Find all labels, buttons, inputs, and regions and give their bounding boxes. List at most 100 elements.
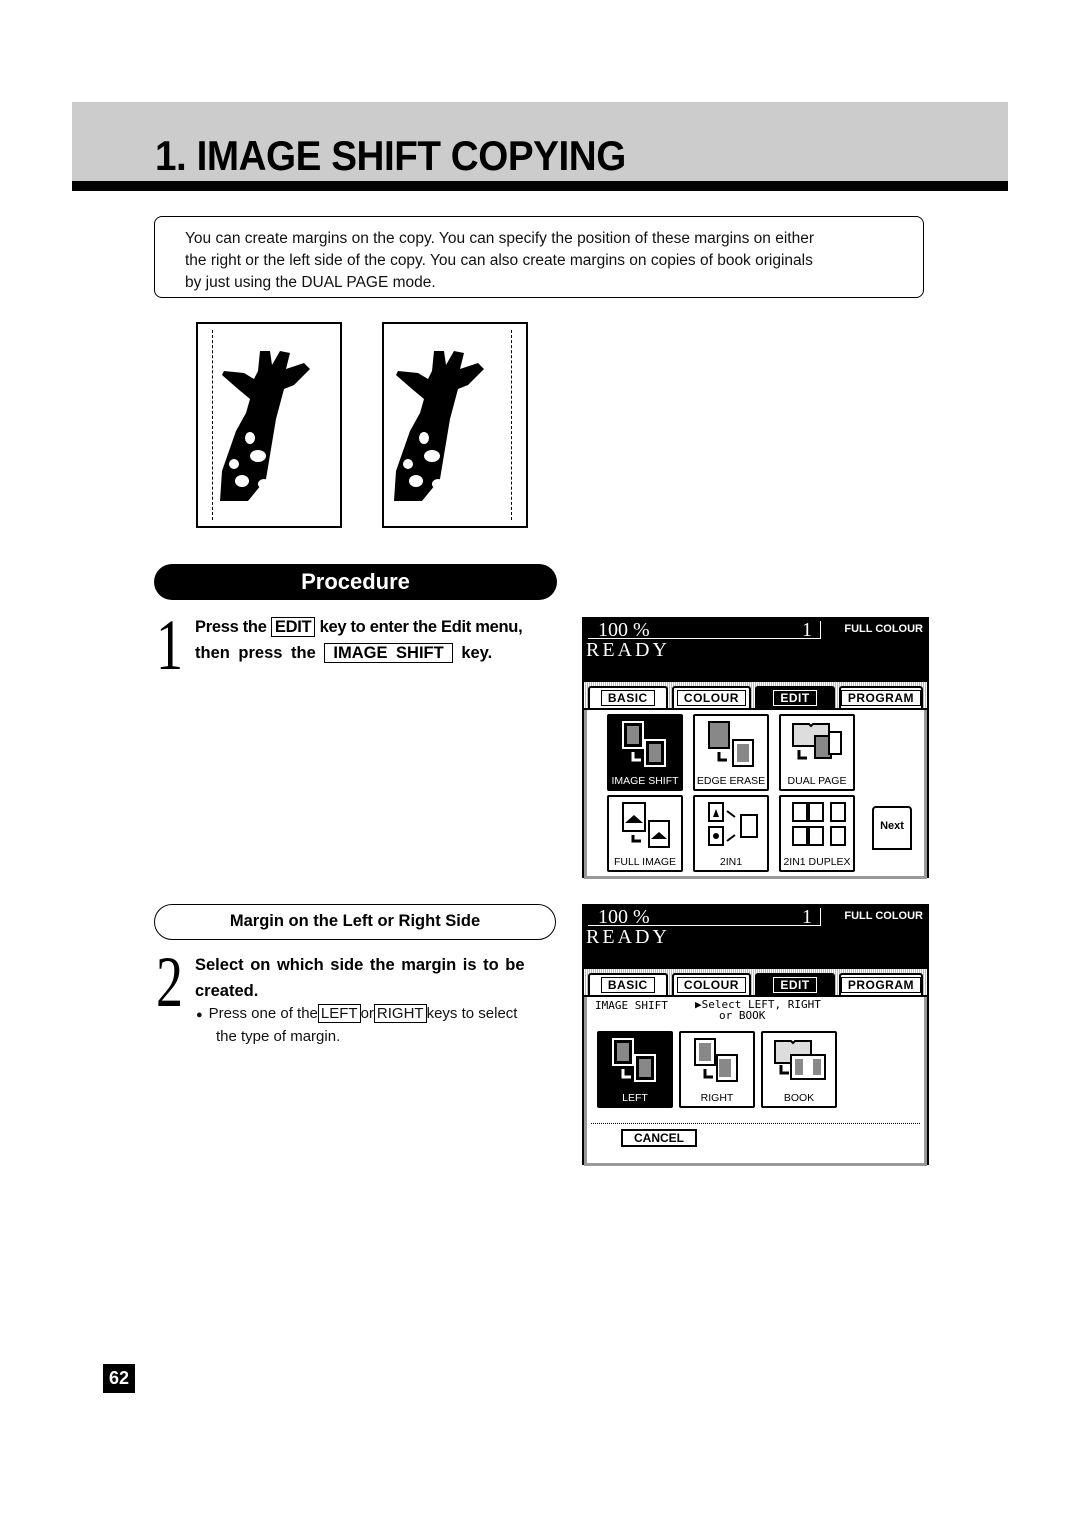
intro-box: You can create margins on the copy. You … (154, 216, 924, 298)
bullet-text: Press one of the (208, 1005, 318, 1022)
function-label: 2IN1 (719, 856, 743, 868)
right-margin-example (382, 322, 528, 528)
copies-count: 1 (802, 619, 812, 641)
zoom-value: 100 % (598, 906, 650, 928)
status-area: 100 % 1 FULL COLOUR READY (584, 906, 927, 969)
image-shift-button[interactable]: IMAGE SHIFT (607, 714, 683, 791)
dual-page-button[interactable]: DUAL PAGE (779, 714, 855, 791)
tab-label: BASIC (600, 690, 655, 706)
page-number: 62 (103, 1364, 135, 1393)
function-label: IMAGE SHIFT (611, 775, 679, 787)
book-margin-icon (774, 1040, 826, 1080)
bullet-text: or (360, 1005, 374, 1022)
function-panel: IMAGE SHIFT EDGE ERASE DUAL PAGE FULL IM… (584, 710, 927, 879)
function-label: 2IN1 DUPLEX (783, 856, 851, 868)
margin-guide-line (511, 330, 512, 520)
status-text: READY (586, 926, 670, 948)
tab-program[interactable]: PROGRAM (838, 686, 923, 708)
copier-screen-image-shift: 100 % 1 FULL COLOUR READY BASIC COLOUR E… (582, 904, 929, 1166)
left-margin-example (196, 322, 342, 528)
right-button[interactable]: RIGHT (679, 1031, 755, 1108)
left-margin-icon (612, 1038, 656, 1082)
function-label: DUAL PAGE (787, 775, 847, 787)
tab-label: COLOUR (676, 690, 746, 706)
edge-erase-icon (708, 721, 754, 767)
step2-line: created. (195, 982, 259, 1000)
2in1-duplex-icon (792, 802, 846, 846)
2in1-button[interactable]: 2IN1 (693, 795, 769, 872)
tab-label: BASIC (600, 977, 655, 993)
bullet-text: keys to select (426, 1005, 518, 1022)
edge-erase-button[interactable]: EDGE ERASE (693, 714, 769, 791)
divider (591, 1123, 920, 1124)
zoom-readout: 100 % 1 (588, 619, 821, 641)
tab-program[interactable]: PROGRAM (838, 973, 923, 995)
tab-label: EDIT (773, 690, 817, 706)
title-rule (72, 181, 1008, 191)
prompt-line: or BOOK (719, 1009, 766, 1022)
tab-label: PROGRAM (840, 690, 921, 706)
intro-line: You can create margins on the copy. You … (185, 230, 815, 247)
left-button[interactable]: LEFT (597, 1031, 673, 1108)
bullet-text: the type of margin. (216, 1028, 341, 1045)
tab-bar: BASIC COLOUR EDIT PROGRAM (584, 682, 927, 710)
step-number: 1 (156, 605, 183, 685)
tab-edit[interactable]: EDIT (755, 686, 835, 708)
image-shift-icon (622, 721, 666, 767)
procedure-heading: Procedure (154, 564, 557, 600)
tab-label: COLOUR (676, 977, 746, 993)
status-text: READY (586, 639, 670, 661)
step1-text: Press the (195, 618, 267, 636)
dual-page-icon (792, 723, 842, 760)
tab-colour[interactable]: COLOUR (671, 973, 752, 995)
zoom-readout: 100 % 1 (588, 906, 821, 928)
step-number: 2 (156, 942, 183, 1022)
tab-colour[interactable]: COLOUR (671, 686, 752, 708)
copies-count: 1 (802, 906, 812, 928)
bullet-icon: ● (196, 1009, 203, 1021)
page-title: 1. IMAGE SHIFT COPYING (155, 132, 626, 179)
2in1-icon (708, 802, 758, 846)
option-label: BOOK (783, 1092, 815, 1104)
tab-edit[interactable]: EDIT (755, 973, 835, 995)
step1-text: key to enter the Edit menu, (319, 618, 523, 636)
intro-line: the right or the left side of the copy. … (185, 252, 813, 269)
full-image-button[interactable]: FULL IMAGE (607, 795, 683, 872)
option-label: LEFT (622, 1092, 648, 1104)
image-shift-panel: IMAGE SHIFT ▶Select LEFT, RIGHT or BOOK … (584, 997, 927, 1166)
step2-bullet: ● Press one of the LEFT or RIGHT keys to sele… (196, 1003, 561, 1048)
step1-text: key. (461, 644, 493, 662)
step2-instruction: Select on which side the margin is to be… (195, 952, 560, 1004)
cancel-button[interactable]: CANCEL (621, 1129, 697, 1147)
step1-instruction: Press the EDIT key to enter the Edit men… (195, 614, 560, 666)
color-mode: FULL COLOUR (844, 623, 923, 635)
giraffe-illustration (220, 351, 310, 501)
subsection-heading: Margin on the Left or Right Side (154, 904, 556, 940)
tab-bar: BASIC COLOUR EDIT PROGRAM (584, 969, 927, 997)
prompt: ▶Select LEFT, RIGHT or BOOK (695, 999, 821, 1021)
tab-label: PROGRAM (840, 977, 921, 993)
right-margin-icon (694, 1038, 738, 1082)
book-button[interactable]: BOOK (761, 1031, 837, 1108)
color-mode: FULL COLOUR (844, 910, 923, 922)
status-area: 100 % 1 FULL COLOUR READY (584, 619, 927, 682)
tab-label: EDIT (773, 977, 817, 993)
function-label: EDGE ERASE (696, 775, 766, 787)
left-key-label: LEFT (317, 1004, 361, 1023)
2in1-duplex-button[interactable]: 2IN1 DUPLEX (779, 795, 855, 872)
full-image-icon (622, 802, 670, 848)
intro-line: by just using the DUAL PAGE mode. (185, 274, 436, 291)
step2-line: Select on which side the margin is to be (195, 956, 525, 974)
option-label: RIGHT (700, 1092, 734, 1104)
tab-basic[interactable]: BASIC (588, 973, 668, 995)
next-button[interactable]: Next (872, 806, 912, 850)
step1-text: then press the (195, 644, 316, 662)
zoom-value: 100 % (598, 619, 650, 641)
copier-screen-edit-menu: 100 % 1 FULL COLOUR READY BASIC COLOUR E… (582, 617, 929, 879)
tab-basic[interactable]: BASIC (588, 686, 668, 708)
function-label: FULL IMAGE (613, 856, 677, 868)
edit-key-label: EDIT (270, 617, 316, 637)
giraffe-illustration (394, 351, 484, 501)
image-shift-key-label: IMAGE SHIFT (324, 643, 453, 663)
mode-label: IMAGE SHIFT (595, 999, 668, 1012)
